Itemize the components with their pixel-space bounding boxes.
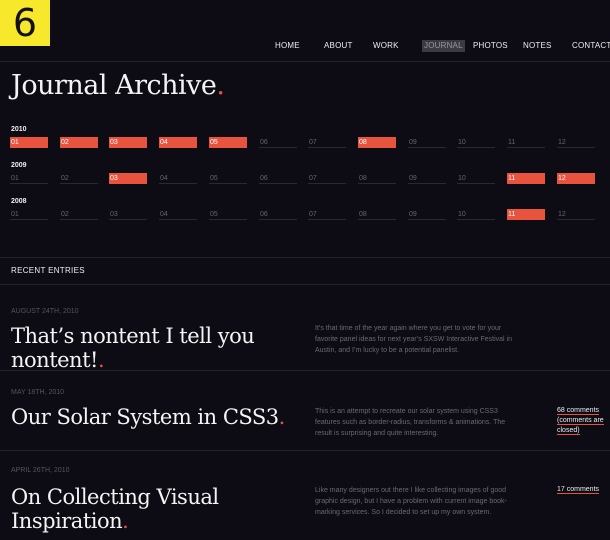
archive-month[interactable]: 08	[358, 137, 396, 148]
archive-month: 10	[457, 137, 495, 148]
archive-month[interactable]: 01	[10, 137, 48, 148]
entry-excerpt: This is an attempt to recreate our solar…	[315, 408, 506, 437]
archive-month: 06	[259, 173, 297, 184]
main-nav: HOME ABOUT WORK JOURNAL PHOTOS NOTES CON…	[0, 40, 610, 54]
entry-excerpt: Like many designers out there I like col…	[315, 487, 507, 516]
archive-year-label: 2008	[11, 198, 27, 205]
archive-month: 05	[209, 173, 247, 184]
nav-photos[interactable]: PHOTOS	[471, 40, 510, 52]
entry-comments-link[interactable]: 17 comments	[557, 485, 607, 495]
entry-title[interactable]: On Collecting Visual Inspiration.	[11, 485, 291, 533]
archive-month: 04	[159, 173, 197, 184]
archive-month: 07	[308, 173, 346, 184]
entry-divider	[0, 370, 610, 371]
archive-month: 06	[259, 209, 297, 220]
archive-month: 07	[308, 209, 346, 220]
archive-month[interactable]: 12	[557, 173, 595, 184]
nav-journal[interactable]: JOURNAL	[422, 40, 465, 52]
entry-title[interactable]: Our Solar System in CSS3.	[11, 405, 291, 429]
entry-title-dot: .	[278, 405, 286, 429]
archive-month[interactable]: 05	[209, 137, 247, 148]
archive-month: 09	[408, 209, 446, 220]
nav-work[interactable]: WORK	[371, 40, 401, 52]
archive-month: 12	[557, 209, 595, 220]
archive-month: 05	[209, 209, 247, 220]
archive-month: 11	[507, 137, 545, 148]
nav-home[interactable]: HOME	[273, 40, 302, 52]
entry-title-dot: .	[122, 509, 129, 533]
entry-comments-link[interactable]: 68 comments (comments are closed)	[557, 406, 607, 436]
recent-entries-heading: RECENT ENTRIES	[11, 266, 85, 275]
archive-month: 02	[60, 209, 98, 220]
archive-month: 02	[60, 173, 98, 184]
archive-month: 10	[457, 173, 495, 184]
archive-year-label: 2009	[11, 162, 27, 169]
entry-title[interactable]: That’s nontent I tell you nontent!.	[11, 324, 291, 372]
archive-month: 09	[408, 173, 446, 184]
archive-month: 01	[10, 209, 48, 220]
archive-month: 08	[358, 209, 396, 220]
archive-month: 08	[358, 173, 396, 184]
entry-divider	[0, 450, 610, 451]
entry-date: AUGUST 24TH, 2010	[11, 308, 79, 315]
archive-month: 06	[259, 137, 297, 148]
recent-divider	[0, 284, 610, 285]
entry-date: APRIL 26TH, 2010	[11, 467, 70, 474]
archive-month: 10	[457, 209, 495, 220]
archive-month: 03	[109, 209, 147, 220]
header-divider	[0, 61, 610, 62]
archive-month: 04	[159, 209, 197, 220]
nav-notes[interactable]: NOTES	[521, 40, 554, 52]
archive-month[interactable]: 11	[507, 173, 545, 184]
title-dot: .	[216, 70, 225, 101]
archive-month[interactable]: 03	[109, 173, 147, 184]
archive-month: 12	[557, 137, 595, 148]
entry-excerpt: It’s that time of the year again where y…	[315, 325, 512, 354]
entry-title-dot: .	[97, 348, 105, 372]
archive-month[interactable]: 02	[60, 137, 98, 148]
archive-month: 07	[308, 137, 346, 148]
archive-divider	[0, 257, 610, 258]
nav-about[interactable]: ABOUT	[322, 40, 355, 52]
nav-contact[interactable]: CONTACT	[570, 40, 610, 52]
page-title: Journal Archive.	[11, 70, 225, 101]
entry-date: MAY 18TH, 2010	[11, 389, 65, 396]
archive-month[interactable]: 11	[507, 209, 545, 220]
archive-month[interactable]: 03	[109, 137, 147, 148]
archive-month[interactable]: 04	[159, 137, 197, 148]
archive-month: 09	[408, 137, 446, 148]
archive-month: 01	[10, 173, 48, 184]
archive-year-label: 2010	[11, 126, 27, 133]
